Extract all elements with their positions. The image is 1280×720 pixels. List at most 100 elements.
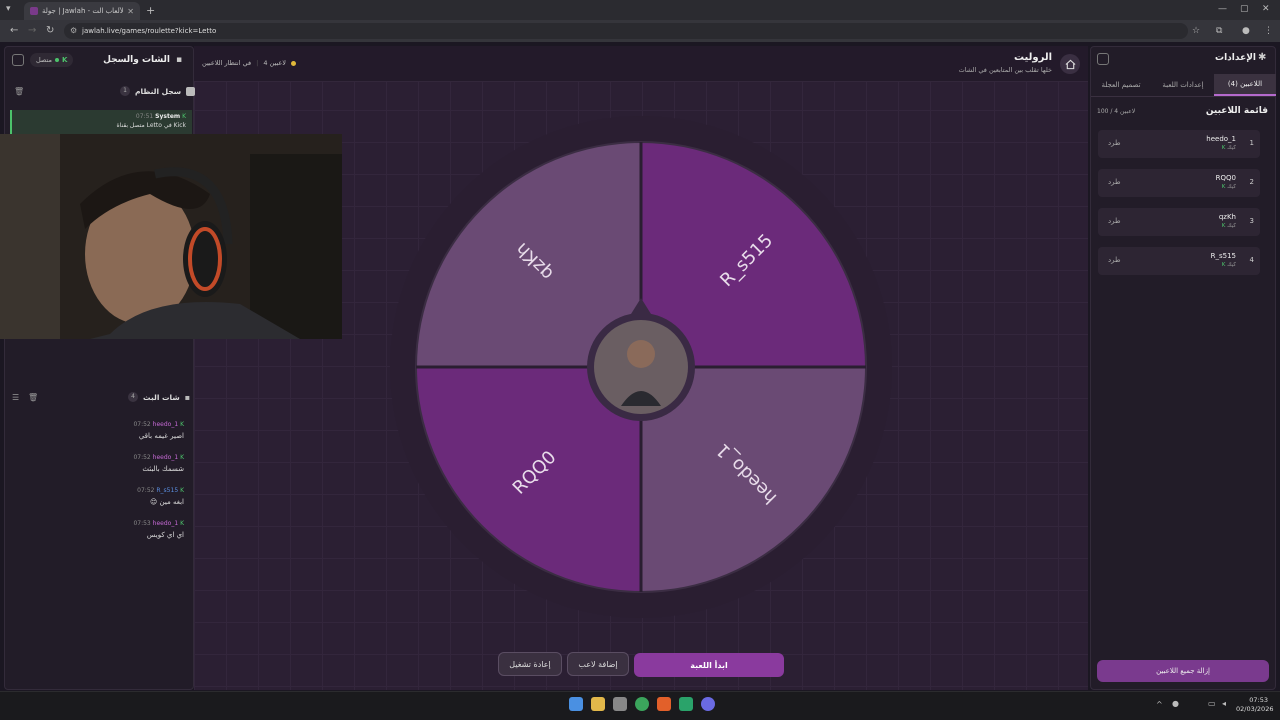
- log-time: 07:51: [135, 113, 154, 120]
- status-dot-icon: [290, 60, 296, 66]
- chat-message: 07:52 R_s515 K 😌 ابغه مين: [8, 487, 184, 506]
- game-header: [194, 46, 1088, 82]
- microphone-icon[interactable]: ●: [1172, 699, 1179, 708]
- maximize-icon[interactable]: ▢: [1240, 4, 1249, 14]
- minimize-icon[interactable]: —: [1218, 4, 1227, 14]
- player-row: 3 qzKh K كيك طرد: [1098, 208, 1260, 236]
- players-list-count: 100 / 4 لاعبين: [1097, 108, 1136, 115]
- tab-search-icon[interactable]: ▾: [6, 4, 11, 14]
- gear-icon: ✱: [1258, 52, 1267, 63]
- kick-player-button[interactable]: طرد: [1108, 139, 1121, 147]
- browser-tab[interactable]: جولة | Jawlah - منصة الألعاب الت... ✕: [24, 2, 140, 20]
- terminal-icon: [186, 86, 196, 96]
- kick-icon: K: [180, 421, 184, 428]
- bookmark-star-icon[interactable]: ☆: [1192, 26, 1200, 36]
- status-divider: |: [256, 59, 259, 67]
- system-log-entry: 07:51 System K متصل بقناة Letto في Kick: [10, 110, 192, 134]
- chrome-icon[interactable]: [635, 697, 649, 711]
- extensions-icon[interactable]: ⧉: [1216, 26, 1222, 36]
- players-count: 4 لاعبين: [263, 59, 286, 67]
- log-text: متصل بقناة Letto في Kick: [116, 122, 186, 129]
- filter-icon[interactable]: ☰: [12, 393, 19, 402]
- kick-icon: K: [182, 113, 186, 120]
- kick-player-button[interactable]: طرد: [1108, 256, 1121, 264]
- kick-icon: K: [62, 56, 68, 64]
- reload-icon[interactable]: ↻: [46, 25, 54, 36]
- tab-title: جولة | Jawlah - منصة الألعاب الت...: [42, 7, 123, 15]
- chat-panel-title: الشات والسجل: [103, 55, 170, 65]
- clear-chat-icon[interactable]: 🗑: [28, 393, 38, 402]
- page-title: الروليت: [1013, 52, 1052, 63]
- remove-all-players-button[interactable]: إزالة جميع اللاعبين: [1097, 660, 1269, 682]
- settings-title: الإعدادات: [1215, 53, 1256, 63]
- chat-message: 07:52 heedo_1 K شسمك بالبثث: [8, 454, 184, 473]
- site-info-icon[interactable]: ⚙: [70, 26, 77, 35]
- avatar-face: [627, 340, 655, 368]
- home-button[interactable]: [1060, 54, 1080, 74]
- app-icon[interactable]: [679, 697, 693, 711]
- live-chat-count: 4: [128, 392, 138, 402]
- discord-icon[interactable]: [701, 697, 715, 711]
- forward-icon[interactable]: →: [28, 25, 36, 36]
- kick-player-button[interactable]: طرد: [1108, 217, 1121, 225]
- live-chat-title: شات البث: [143, 392, 180, 402]
- collapse-right-icon[interactable]: [1097, 53, 1109, 65]
- player-status: في انتظار اللاعبين | 4 لاعبين: [202, 59, 296, 67]
- players-list-title: قائمة اللاعبين: [1205, 106, 1268, 116]
- system-log-title: سجل النظام: [135, 86, 182, 96]
- file-explorer-icon[interactable]: [591, 697, 605, 711]
- add-player-button[interactable]: إضافة لاعب: [567, 652, 629, 676]
- close-tab-icon[interactable]: ✕: [127, 7, 134, 16]
- kick-icon: K: [1221, 145, 1226, 151]
- chat-text: 😌 ابغه مين: [150, 498, 184, 506]
- start-menu-icon[interactable]: [569, 697, 583, 711]
- roulette-wheel[interactable]: R_s515heedo_1RQQ0qzKh: [388, 114, 894, 620]
- chat-text: اصير غيمه باقي: [138, 432, 184, 440]
- chat-bubble-icon: ▪: [176, 55, 183, 65]
- tray-chevron-icon[interactable]: ^: [1156, 700, 1163, 709]
- network-icon[interactable]: ▭: [1208, 699, 1216, 708]
- system-log-count: 1: [120, 86, 130, 96]
- store-icon[interactable]: [613, 697, 627, 711]
- status-text: متصل: [36, 56, 53, 64]
- brave-icon[interactable]: [657, 697, 671, 711]
- clock-date: 02/03/2026: [1236, 705, 1274, 713]
- waiting-text: في انتظار اللاعبين: [202, 59, 252, 67]
- system-clock[interactable]: 07:53 02/03/2026: [1236, 696, 1274, 714]
- kick-icon: K: [1221, 223, 1226, 229]
- clock-time: 07:53: [1249, 696, 1268, 704]
- player-row: 2 RQQ0 K كيك طرد: [1098, 169, 1260, 197]
- tab-game-settings[interactable]: إعدادات اللعبة: [1152, 74, 1214, 96]
- system-log-header: 1 سجل النظام: [120, 86, 196, 96]
- webcam-image: [0, 134, 342, 339]
- restart-button[interactable]: إعادة تشغيل: [498, 652, 562, 676]
- close-window-icon[interactable]: ✕: [1262, 4, 1270, 14]
- url-input[interactable]: ⚙ jawlah.live/games/roulette?kick=Letto: [64, 23, 1188, 39]
- kick-icon: K: [180, 520, 184, 527]
- browser-tab-bar: [0, 0, 1280, 20]
- back-icon[interactable]: ←: [10, 25, 18, 36]
- kick-icon: K: [1221, 184, 1226, 190]
- tab-players[interactable]: اللاعبين (4): [1214, 74, 1276, 96]
- browser-menu-icon[interactable]: ⋮: [1264, 26, 1273, 36]
- new-tab-icon[interactable]: +: [146, 4, 155, 17]
- url-text: jawlah.live/games/roulette?kick=Letto: [82, 27, 217, 35]
- connection-status-badge: متصل K: [30, 53, 74, 67]
- home-icon: [1065, 59, 1075, 69]
- chat-message: 07:53 heedo_1 K اي اي كويس: [8, 520, 184, 539]
- live-chat-header: 4 شات البث ▪: [128, 392, 190, 402]
- kick-icon: K: [180, 487, 184, 494]
- page-subtitle: خلها تقلب بين المتابعين في الشات: [958, 66, 1052, 74]
- start-game-button[interactable]: ابدأ اللعبة: [634, 653, 784, 677]
- clear-system-log-icon[interactable]: 🗑: [14, 87, 24, 96]
- log-user: System: [155, 113, 181, 120]
- tabs-divider: [1091, 96, 1275, 97]
- kick-player-button[interactable]: طرد: [1108, 178, 1121, 186]
- online-dot-icon: [55, 58, 60, 62]
- profile-icon[interactable]: ●: [1242, 26, 1250, 36]
- chat-message: 07:52 heedo_1 K اصير غيمه باقي: [8, 421, 184, 440]
- player-row: 4 R_s515 K كيك طرد: [1098, 247, 1260, 275]
- volume-icon[interactable]: ◂: [1222, 699, 1226, 708]
- tab-wheel-design[interactable]: تصميم العجلة: [1090, 74, 1152, 96]
- collapse-left-icon[interactable]: [12, 54, 24, 66]
